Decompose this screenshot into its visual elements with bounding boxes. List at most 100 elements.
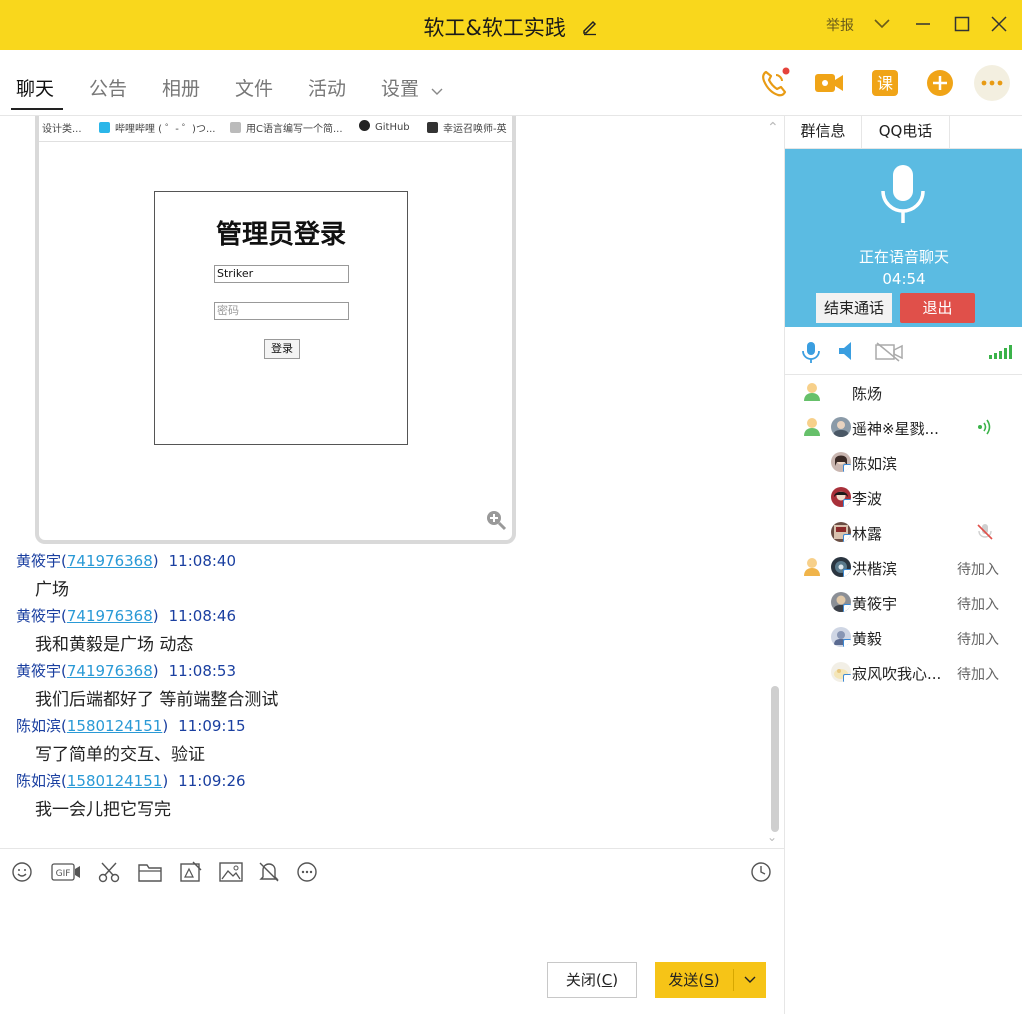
shared-screenshot-image[interactable]: 设计类... 哔哩哔哩 ( ゜- ゜)つ... 用C语言编写一个简... Git…: [35, 116, 516, 544]
video-call-icon[interactable]: [812, 66, 846, 100]
bilibili-icon: [99, 122, 110, 133]
member-name: 陈炀: [852, 385, 883, 403]
zoom-in-icon[interactable]: [485, 509, 507, 535]
signal-strength-icon: [988, 345, 1014, 363]
member-name: 寂风吹我心...: [852, 665, 942, 683]
member-row[interactable]: 李波: [785, 480, 1022, 515]
mobile-badge-icon: [843, 639, 851, 647]
tab-announcement[interactable]: 公告: [89, 74, 127, 101]
bookmark-item: 哔哩哔哩 ( ゜- ゜)つ...: [99, 120, 215, 135]
bookmark-item: 幸运召唤师-英: [427, 120, 507, 135]
member-row[interactable]: 遥神※星戮...: [785, 410, 1022, 445]
gif-icon[interactable]: GIF: [50, 859, 82, 885]
member-row[interactable]: 洪楷滨 待加入: [785, 550, 1022, 585]
tab-chat[interactable]: 聊天: [16, 74, 54, 101]
call-timer: 04:54: [882, 270, 926, 288]
password-field: 密码: [214, 302, 349, 320]
course-icon[interactable]: 课: [868, 66, 902, 100]
bookmark-item: 设计类...: [42, 124, 82, 135]
member-row[interactable]: 林露: [785, 515, 1022, 550]
close-icon[interactable]: [987, 12, 1011, 36]
member-state: 待加入: [957, 667, 999, 683]
image-edit-icon[interactable]: [178, 859, 204, 885]
title-bar: 软工&软工实践 举报: [0, 0, 1022, 50]
speaker-icon[interactable]: [837, 341, 855, 365]
send-label[interactable]: 发送(S): [655, 962, 733, 998]
course-label: 课: [877, 74, 893, 93]
tab-qq-call[interactable]: QQ电话: [862, 116, 950, 149]
send-options-chevron-icon[interactable]: [734, 962, 766, 998]
tab-files[interactable]: 文件: [235, 74, 273, 101]
bookmark-item: 用C语言编写一个简...: [230, 120, 343, 135]
folder-icon[interactable]: [137, 859, 163, 885]
mobile-badge-icon: [843, 604, 851, 612]
member-row[interactable]: 陈如滨: [785, 445, 1022, 480]
admin-icon: [803, 417, 821, 441]
qq-number-link[interactable]: 1580124151: [67, 772, 162, 790]
tab-album[interactable]: 相册: [162, 74, 200, 101]
qq-number-link[interactable]: 741976368: [67, 552, 153, 570]
send-button[interactable]: 发送(S): [655, 962, 766, 998]
phone-call-icon[interactable]: [757, 66, 791, 100]
message-header: 陈如滨(1580124151) 11:09:15: [16, 717, 246, 735]
add-icon[interactable]: [923, 66, 957, 100]
voice-status: 正在语音聊天: [858, 248, 949, 266]
member-name: 林露: [852, 525, 883, 543]
emoji-icon[interactable]: [9, 859, 35, 885]
edit-title-icon[interactable]: [581, 17, 599, 41]
avatar: [831, 452, 851, 472]
avatar: [831, 557, 851, 577]
mic-muted-icon: [976, 523, 994, 545]
avatar: [831, 522, 851, 542]
end-call-button[interactable]: 结束通话: [816, 293, 892, 323]
history-clock-icon[interactable]: [748, 859, 774, 885]
mic-toggle-icon[interactable]: [801, 341, 821, 367]
image-icon[interactable]: [218, 859, 244, 885]
browser-bookmarks-bar: 设计类... 哔哩哔哩 ( ゜- ゜)つ... 用C语言编写一个简... Git…: [39, 116, 512, 142]
qq-number-link[interactable]: 741976368: [67, 662, 153, 680]
message-input-area: GIF 关闭(C) 发送(S): [0, 848, 784, 1014]
tab-settings[interactable]: 设置: [381, 74, 443, 101]
tab-group-info[interactable]: 群信息: [785, 116, 862, 149]
member-state: 待加入: [957, 632, 999, 648]
member-row[interactable]: 陈炀: [785, 375, 1022, 410]
qq-number-link[interactable]: 1580124151: [67, 717, 162, 735]
bell-off-icon[interactable]: [256, 859, 282, 885]
admin-icon: [803, 382, 821, 406]
more-icon[interactable]: [974, 65, 1010, 101]
message-header: 黄筱宇(741976368) 11:08:53: [16, 662, 237, 680]
avatar: [831, 487, 851, 507]
close-button[interactable]: 关闭(C): [547, 962, 637, 998]
camera-off-icon[interactable]: [874, 342, 904, 366]
chevron-down-icon: [431, 79, 443, 101]
avatar: [831, 627, 851, 647]
minimize-icon[interactable]: [911, 12, 935, 36]
qq-number-link[interactable]: 741976368: [67, 607, 153, 625]
mobile-badge-icon: [843, 464, 851, 472]
scissors-icon[interactable]: [96, 859, 122, 885]
lol-icon: [427, 122, 438, 133]
collapse-up-icon[interactable]: ⌃: [767, 120, 779, 136]
member-row[interactable]: 黄毅 待加入: [785, 620, 1022, 655]
voice-call-panel: 正在语音聊天 04:54 结束通话 退出: [785, 149, 1022, 327]
exit-call-button[interactable]: 退出: [900, 293, 975, 323]
tab-activity[interactable]: 活动: [308, 74, 346, 101]
chat-scrollbar[interactable]: [771, 686, 779, 832]
message-header: 黄筱宇(741976368) 11:08:40: [16, 552, 237, 570]
page-icon: [230, 122, 241, 133]
member-name: 李波: [852, 490, 883, 508]
report-link[interactable]: 举报: [826, 15, 854, 35]
active-tab-underline: [11, 108, 63, 110]
chevron-down-icon[interactable]: [870, 12, 894, 36]
chat-history: 设计类... 哔哩哔哩 ( ゜- ゜)つ... 用C语言编写一个简... Git…: [0, 116, 784, 848]
avatar: [831, 592, 851, 612]
scroll-bottom-icon[interactable]: ⌄: [767, 830, 777, 844]
member-row[interactable]: 黄筱宇 待加入: [785, 585, 1022, 620]
maximize-icon[interactable]: [950, 12, 974, 36]
more-circle-icon[interactable]: [294, 859, 320, 885]
window-title-text: 软工&软工实践: [423, 16, 566, 40]
bookmark-item: GitHub: [359, 120, 410, 133]
message-header: 陈如滨(1580124151) 11:09:26: [16, 772, 246, 790]
member-row[interactable]: 寂风吹我心... 待加入: [785, 655, 1022, 690]
message-text: 我一会儿把它写完: [35, 800, 171, 820]
